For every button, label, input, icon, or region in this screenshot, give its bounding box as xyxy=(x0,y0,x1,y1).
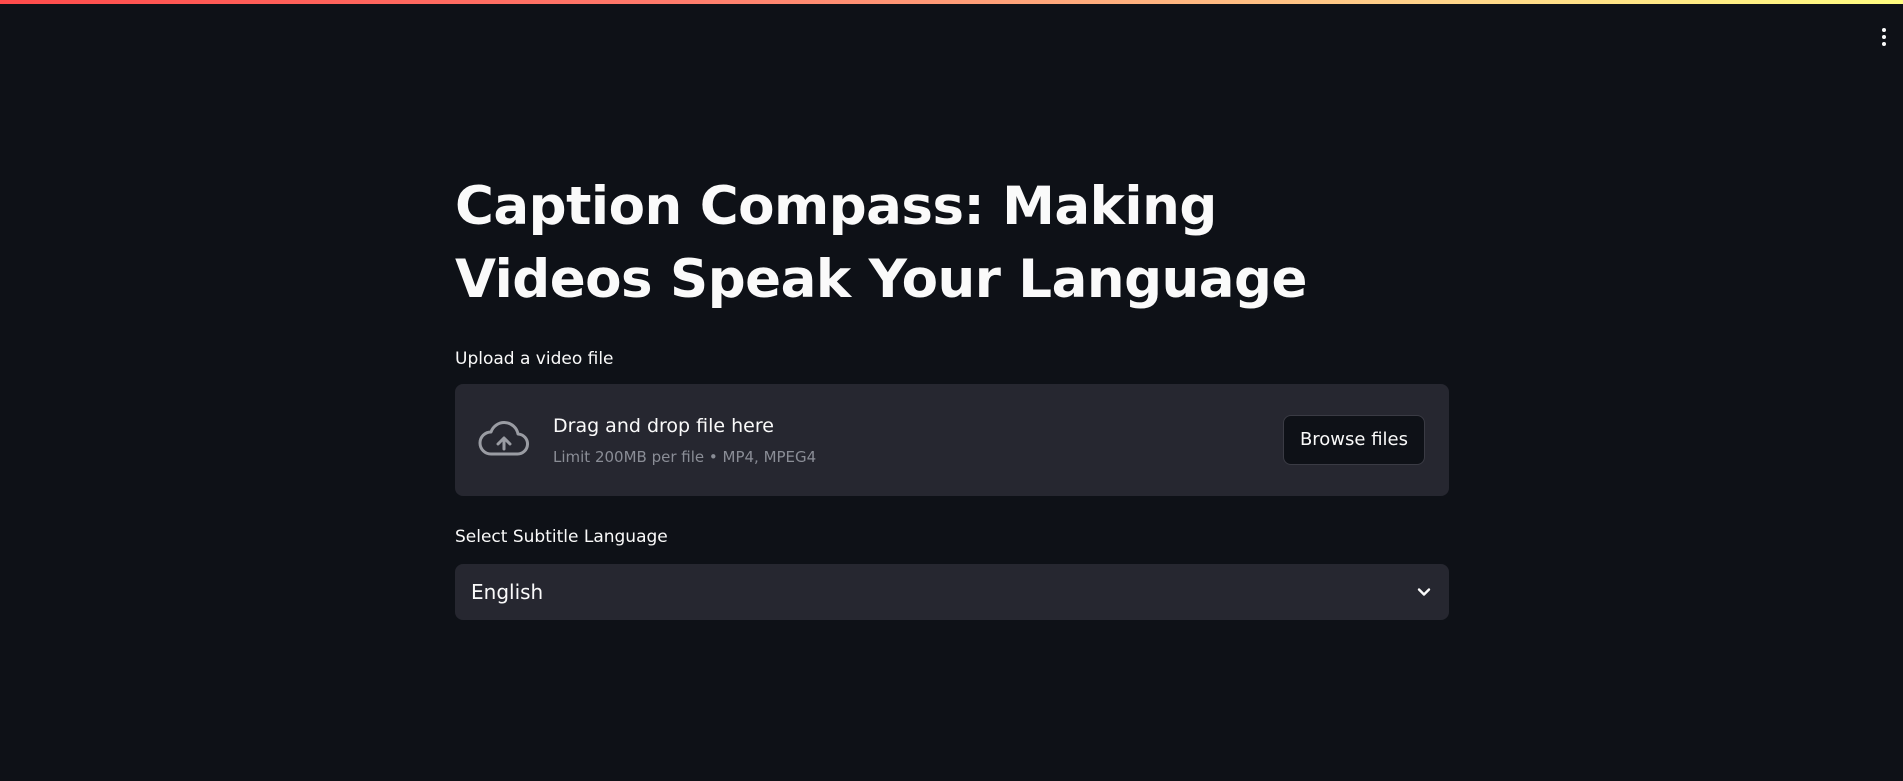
upload-label: Upload a video file xyxy=(455,349,614,369)
top-decoration-bar xyxy=(0,0,1903,4)
language-select-label: Select Subtitle Language xyxy=(455,527,668,547)
file-dropzone[interactable]: Drag and drop file here Limit 200MB per … xyxy=(455,384,1449,496)
vertical-ellipsis-icon-dot xyxy=(1882,35,1886,39)
main-content: Caption Compass: Making Videos Speak You… xyxy=(455,170,1449,620)
page-title: Caption Compass: Making Videos Speak You… xyxy=(455,176,1307,310)
dropzone-text: Drag and drop file here Limit 200MB per … xyxy=(553,413,1283,467)
language-select[interactable]: English xyxy=(455,564,1449,620)
cloud-upload-icon xyxy=(478,421,529,456)
vertical-ellipsis-icon-dot xyxy=(1882,42,1886,46)
vertical-ellipsis-icon xyxy=(1882,28,1886,32)
browse-files-button[interactable]: Browse files xyxy=(1282,415,1425,465)
dropzone-limit: Limit 200MB per file • MP4, MPEG4 xyxy=(553,448,817,466)
language-select-value: English xyxy=(471,580,544,604)
main-menu-button[interactable] xyxy=(1875,22,1893,52)
chevron-down-icon[interactable] xyxy=(1415,583,1433,601)
dropzone-instruction: Drag and drop file here xyxy=(553,415,774,437)
